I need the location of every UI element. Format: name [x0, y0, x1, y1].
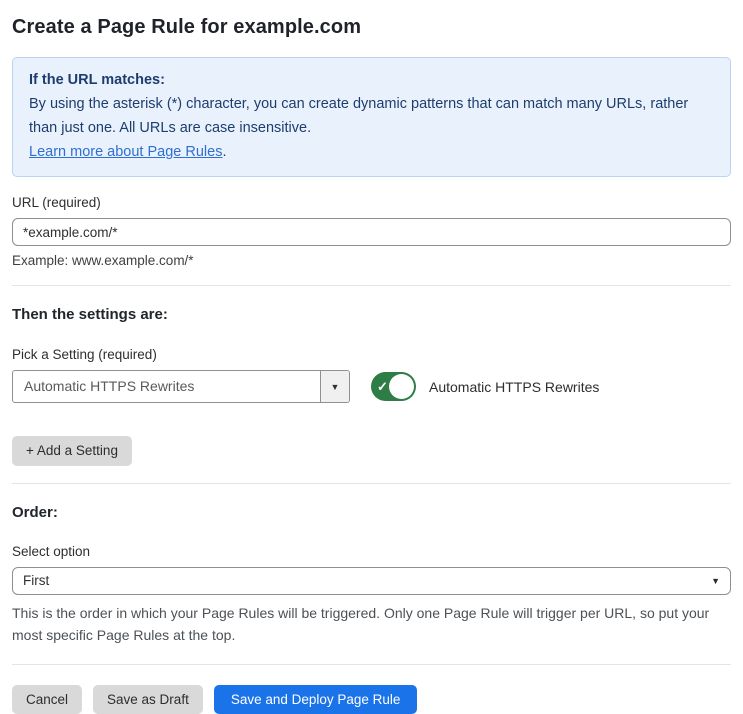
check-icon: ✓	[377, 380, 388, 393]
order-select-label: Select option	[12, 544, 731, 559]
footer-actions: Cancel Save as Draft Save and Deploy Pag…	[12, 685, 731, 714]
info-box-heading: If the URL matches:	[29, 68, 714, 92]
save-as-draft-button[interactable]: Save as Draft	[93, 685, 203, 714]
info-box-body-text: By using the asterisk (*) character, you…	[29, 96, 688, 136]
divider	[12, 664, 731, 665]
save-and-deploy-button[interactable]: Save and Deploy Page Rule	[214, 685, 418, 714]
url-matches-info-box: If the URL matches: By using the asteris…	[12, 57, 731, 177]
order-section-heading: Order:	[12, 504, 731, 521]
setting-toggle-label: Automatic HTTPS Rewrites	[429, 379, 599, 395]
create-page-rule-panel: Create a Page Rule for example.com If th…	[0, 0, 743, 714]
setting-row: Automatic HTTPS Rewrites ▼ ✓ Automatic H…	[12, 370, 731, 403]
url-field-label: URL (required)	[12, 195, 731, 210]
divider	[12, 285, 731, 286]
learn-more-link[interactable]: Learn more about Page Rules	[29, 144, 222, 160]
setting-dropdown-value: Automatic HTTPS Rewrites	[13, 371, 320, 402]
info-box-link-line: Learn more about Page Rules.	[29, 140, 714, 164]
pick-setting-label: Pick a Setting (required)	[12, 347, 731, 362]
settings-section-heading: Then the settings are:	[12, 306, 731, 323]
page-title: Create a Page Rule for example.com	[12, 16, 731, 39]
divider	[12, 483, 731, 484]
toggle-knob	[389, 374, 414, 399]
caret-down-icon: ▼	[331, 382, 340, 392]
url-input[interactable]	[12, 218, 731, 246]
order-select-value: First	[13, 568, 730, 594]
order-help-text: This is the order in which your Page Rul…	[12, 602, 731, 646]
link-suffix: .	[222, 144, 226, 160]
url-example-text: Example: www.example.com/*	[12, 253, 731, 268]
order-select[interactable]: First ▼	[12, 567, 731, 595]
setting-toggle[interactable]: ✓	[371, 372, 416, 401]
caret-down-icon: ▼	[711, 576, 720, 586]
add-setting-button[interactable]: + Add a Setting	[12, 436, 132, 466]
setting-dropdown[interactable]: Automatic HTTPS Rewrites ▼	[12, 370, 350, 403]
cancel-button[interactable]: Cancel	[12, 685, 82, 714]
setting-dropdown-button[interactable]: ▼	[320, 371, 349, 402]
add-setting-wrap: + Add a Setting	[12, 436, 731, 466]
info-box-body: By using the asterisk (*) character, you…	[29, 92, 714, 140]
